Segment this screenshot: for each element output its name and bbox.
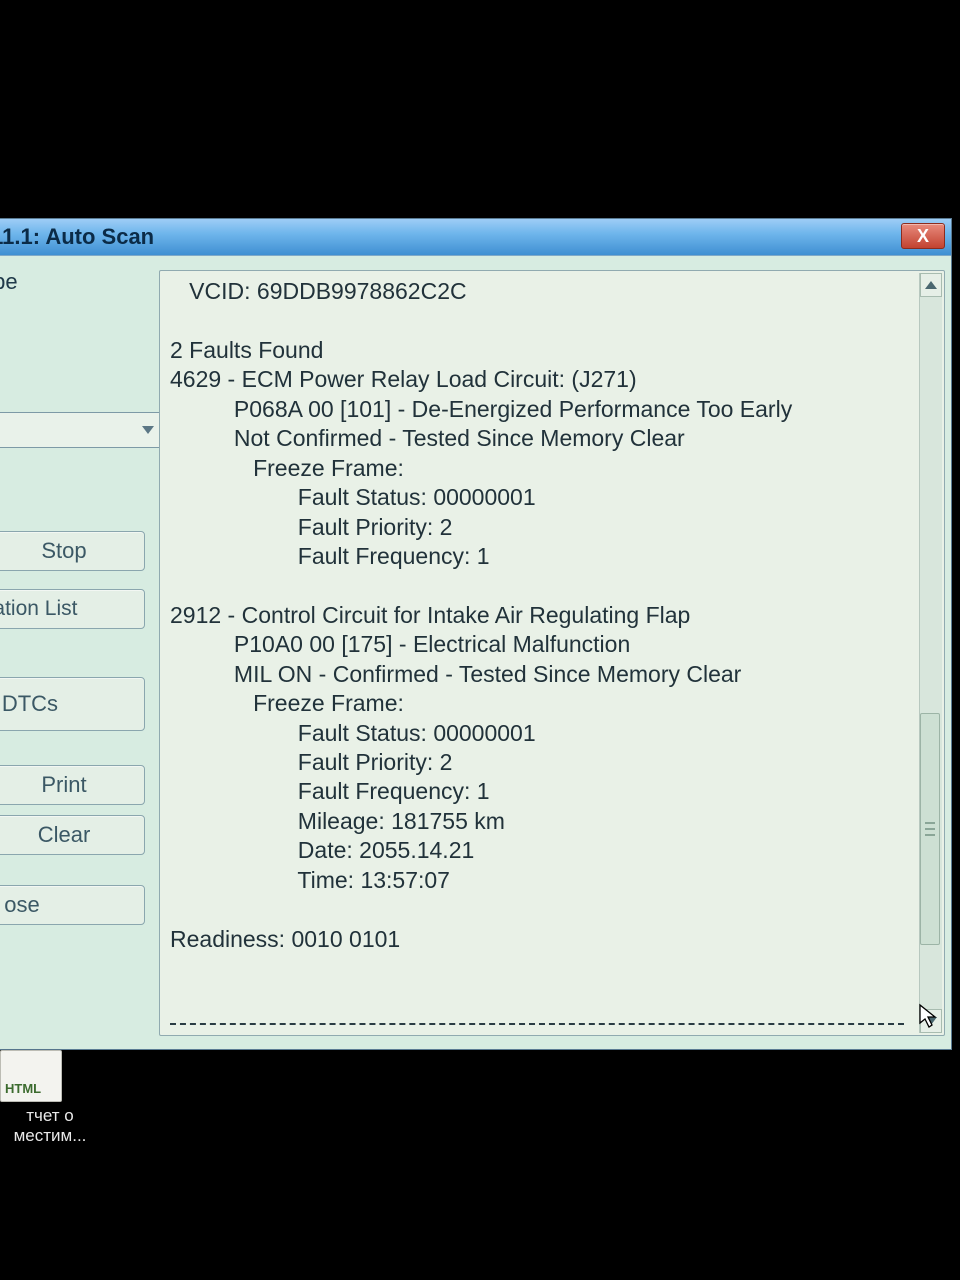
arrow-up-icon [925, 281, 937, 289]
chassis-type-combo[interactable]: etta V [0, 412, 163, 448]
side-info-text: ypes can be ng the e [0, 266, 143, 362]
window-close-button[interactable]: X [901, 223, 945, 249]
stop-button[interactable]: Stop [0, 531, 145, 571]
installation-list-button[interactable]: tallation List [0, 589, 145, 629]
results-scrollbar[interactable] [919, 273, 942, 1033]
close-icon: X [917, 226, 929, 247]
window-title: .11.1: Auto Scan [0, 224, 154, 250]
side-panel: ypes can be ng the e Type: etta V ly ze … [0, 256, 151, 1050]
uds-only-label: ly [0, 456, 143, 488]
scroll-down-button[interactable] [920, 1009, 942, 1033]
scroll-up-button[interactable] [920, 273, 942, 297]
all-dtcs-button[interactable]: ll DTCs [0, 677, 145, 731]
chassis-type-label: Type: [0, 376, 143, 408]
scan-results-pane[interactable]: VCID: 69DDB9978862C2C 2 Faults Found 462… [159, 270, 945, 1036]
html-file-icon: HTML [0, 1050, 62, 1102]
clear-button[interactable]: Clear [0, 815, 145, 855]
arrow-down-icon [925, 1017, 937, 1025]
scan-results-text: VCID: 69DDB9978862C2C 2 Faults Found 462… [170, 277, 916, 1029]
desktop-shortcut[interactable]: HTML тчет о местим... [0, 1050, 100, 1147]
freeze-frame-label: ze frame [0, 489, 143, 521]
print-button[interactable]: Print [0, 765, 145, 805]
file-badge: HTML [5, 1081, 41, 1097]
window-titlebar[interactable]: .11.1: Auto Scan X [0, 219, 951, 256]
results-divider [170, 1023, 904, 1025]
shortcut-label-line2: местим... [0, 1126, 100, 1146]
side-info-line1: ypes can be [0, 269, 18, 294]
scrollbar-thumb[interactable] [920, 713, 940, 945]
auto-refresh-label: Refresh [0, 639, 143, 671]
auto-scan-window: .11.1: Auto Scan X ypes can be ng the e … [0, 218, 952, 1050]
close-button[interactable]: ose [0, 885, 145, 925]
shortcut-label-line1: тчет о [0, 1106, 100, 1126]
